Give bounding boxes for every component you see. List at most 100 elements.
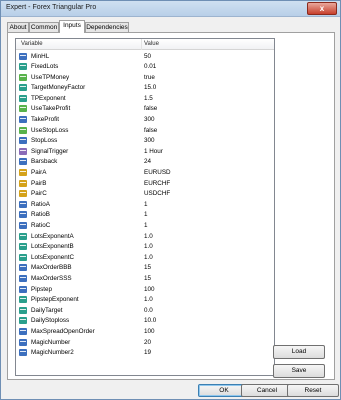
table-row[interactable]: MagicNumber2 19 bbox=[16, 348, 274, 359]
param-value[interactable]: EURCHF bbox=[144, 180, 170, 187]
param-value[interactable]: 1 bbox=[144, 211, 148, 218]
param-value[interactable]: 50 bbox=[144, 53, 151, 60]
bool-param-icon bbox=[19, 73, 27, 81]
table-row[interactable]: MaxOrderBBB 15 bbox=[16, 263, 274, 274]
double-param-icon bbox=[19, 63, 27, 71]
param-value[interactable]: 15 bbox=[144, 275, 151, 282]
param-value[interactable]: EURUSD bbox=[144, 169, 171, 176]
table-row[interactable]: SignalTrigger 1 Hour bbox=[16, 146, 274, 157]
param-value[interactable]: 1.0 bbox=[144, 254, 153, 261]
table-row[interactable]: MagicNumber 20 bbox=[16, 337, 274, 348]
param-value[interactable]: false bbox=[144, 127, 157, 134]
param-name: TargetMoneyFactor bbox=[31, 84, 86, 92]
integer-param-icon bbox=[19, 274, 27, 282]
double-param-icon bbox=[19, 232, 27, 240]
integer-param-icon bbox=[19, 222, 27, 229]
integer-param-icon bbox=[19, 137, 27, 145]
close-button[interactable]: x bbox=[307, 2, 337, 15]
table-row[interactable]: TargetMoneyFactor 15.0 bbox=[16, 83, 274, 94]
param-value[interactable]: 1.0 bbox=[144, 243, 153, 250]
param-value[interactable]: 0.01 bbox=[144, 63, 156, 70]
table-header: Variable Value bbox=[16, 39, 274, 50]
table-row[interactable]: MaxOrderSSS 15 bbox=[16, 273, 274, 284]
table-row[interactable]: RatioA 1 bbox=[16, 199, 274, 210]
param-name: LotsExponentC bbox=[31, 253, 75, 261]
table-row[interactable]: RatioC 1 bbox=[16, 221, 274, 232]
double-param-icon bbox=[19, 243, 27, 251]
param-value[interactable]: 0.0 bbox=[144, 307, 153, 314]
tab-inputs[interactable]: Inputs bbox=[59, 20, 85, 33]
param-value[interactable]: false bbox=[144, 105, 157, 112]
param-name: PairA bbox=[31, 169, 47, 177]
save-button[interactable]: Save bbox=[273, 364, 325, 378]
param-name: PipstepExponent bbox=[31, 296, 79, 304]
param-value[interactable]: USDCHF bbox=[144, 190, 170, 197]
table-row[interactable]: DailyStoploss 10.0 bbox=[16, 316, 274, 327]
param-value[interactable]: 1 Hour bbox=[144, 148, 163, 155]
double-param-icon bbox=[19, 296, 27, 304]
param-name: MaxSpreadOpenOrder bbox=[31, 327, 95, 335]
enum-param-icon bbox=[19, 147, 27, 155]
table-row[interactable]: PairC USDCHF bbox=[16, 189, 274, 200]
param-value[interactable]: 1.0 bbox=[144, 233, 153, 240]
table-row[interactable]: MaxSpreadOpenOrder 100 bbox=[16, 326, 274, 337]
cancel-button[interactable]: Cancel bbox=[241, 384, 293, 397]
table-row[interactable]: UseTPMoney true bbox=[16, 72, 274, 83]
param-value[interactable]: 10.0 bbox=[144, 317, 156, 324]
table-row[interactable]: FixedLots 0.01 bbox=[16, 62, 274, 73]
reset-button[interactable]: Reset bbox=[287, 384, 339, 397]
param-value[interactable]: 100 bbox=[144, 286, 155, 293]
double-param-icon bbox=[19, 253, 27, 261]
param-value[interactable]: 19 bbox=[144, 349, 151, 356]
param-value[interactable]: 1.0 bbox=[144, 296, 153, 303]
param-name: MinHL bbox=[31, 52, 50, 60]
param-name: Barsback bbox=[31, 158, 58, 166]
param-name: SignalTrigger bbox=[31, 147, 69, 155]
param-value[interactable]: 300 bbox=[144, 116, 155, 123]
table-row[interactable]: TakeProfit 300 bbox=[16, 115, 274, 126]
param-name: MaxOrderBBB bbox=[31, 264, 72, 272]
param-value[interactable]: 1 bbox=[144, 222, 148, 229]
param-name: StopLoss bbox=[31, 137, 58, 145]
table-row[interactable]: TPExponent 1.5 bbox=[16, 93, 274, 104]
table-row[interactable]: Pipstep 100 bbox=[16, 284, 274, 295]
table-row[interactable]: UseTakeProfit false bbox=[16, 104, 274, 115]
param-value[interactable]: true bbox=[144, 74, 155, 81]
param-value[interactable]: 100 bbox=[144, 328, 155, 335]
integer-param-icon bbox=[19, 158, 27, 166]
param-value[interactable]: 1.5 bbox=[144, 95, 153, 102]
table-row[interactable]: PairB EURCHF bbox=[16, 178, 274, 189]
param-value[interactable]: 20 bbox=[144, 339, 151, 346]
double-param-icon bbox=[19, 84, 27, 92]
table-row[interactable]: PairA EURUSD bbox=[16, 168, 274, 179]
param-value[interactable]: 15.0 bbox=[144, 84, 156, 91]
integer-param-icon bbox=[19, 338, 27, 346]
column-separator[interactable] bbox=[141, 39, 142, 50]
inputs-table[interactable]: Variable Value MinHL 50 FixedLots 0.01 UseTP… bbox=[15, 38, 275, 376]
param-name: PairB bbox=[31, 179, 47, 187]
table-row[interactable]: Barsback 24 bbox=[16, 157, 274, 168]
param-name: TPExponent bbox=[31, 94, 66, 102]
title-bar: Expert - Forex Triangular Pro x bbox=[1, 1, 340, 17]
table-row[interactable]: PipstepExponent 1.0 bbox=[16, 295, 274, 306]
param-value[interactable]: 1 bbox=[144, 201, 148, 208]
inputs-panel: Variable Value MinHL 50 FixedLots 0.01 UseTP… bbox=[7, 32, 335, 380]
column-header-variable[interactable]: Variable bbox=[21, 41, 43, 47]
load-button[interactable]: Load bbox=[273, 345, 325, 359]
table-row[interactable]: MinHL 50 bbox=[16, 51, 274, 62]
table-row[interactable]: LotsExponentC 1.0 bbox=[16, 252, 274, 263]
column-header-value[interactable]: Value bbox=[144, 41, 159, 47]
table-row[interactable]: RatioB 1 bbox=[16, 210, 274, 221]
param-name: RatioB bbox=[31, 211, 50, 219]
table-row[interactable]: DailyTarget 0.0 bbox=[16, 305, 274, 316]
double-param-icon bbox=[19, 306, 27, 314]
table-body: MinHL 50 FixedLots 0.01 UseTPMoney true Target… bbox=[16, 51, 274, 358]
table-row[interactable]: LotsExponentA 1.0 bbox=[16, 231, 274, 242]
param-name: LotsExponentB bbox=[31, 243, 74, 251]
table-row[interactable]: StopLoss 300 bbox=[16, 136, 274, 147]
table-row[interactable]: LotsExponentB 1.0 bbox=[16, 242, 274, 253]
param-value[interactable]: 300 bbox=[144, 137, 155, 144]
param-value[interactable]: 24 bbox=[144, 158, 151, 165]
param-value[interactable]: 15 bbox=[144, 264, 151, 271]
table-row[interactable]: UseStopLoss false bbox=[16, 125, 274, 136]
